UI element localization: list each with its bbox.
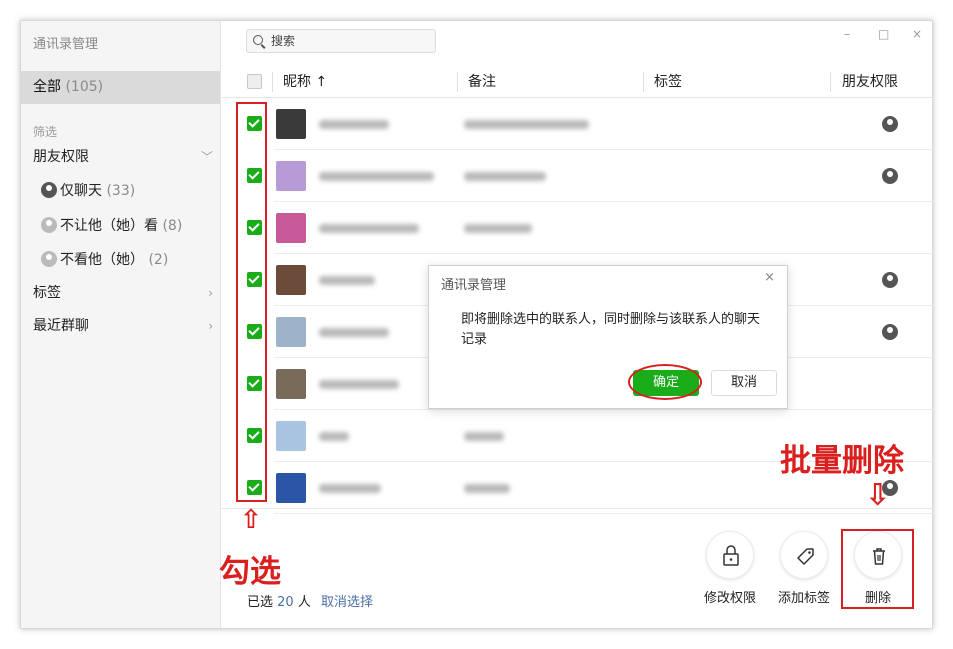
blurred-nickname: [319, 224, 419, 233]
column-nickname[interactable]: 昵称 ↑: [283, 66, 327, 98]
blurred-remark: [464, 224, 532, 233]
chat-only-icon: [882, 272, 898, 288]
avatar: [276, 369, 306, 399]
up-arrow-icon: ⇧: [240, 505, 262, 535]
sidebar-item-friend-permission[interactable]: 朋友权限 ﹀: [33, 145, 213, 169]
sidebar-item-recent-groups[interactable]: 最近群聊 ›: [33, 314, 213, 338]
chevron-down-icon: ﹀: [200, 150, 213, 164]
tag-icon: [780, 531, 828, 579]
chevron-right-icon: ›: [208, 286, 213, 300]
column-divider: [830, 72, 831, 92]
table-row[interactable]: [222, 202, 933, 254]
select-annotation: 勾选: [219, 554, 281, 590]
dialog-message: 即将删除选中的联系人，同时删除与该联系人的聊天记录: [461, 312, 761, 347]
chat-only-icon: [882, 324, 898, 340]
avatar: [276, 473, 306, 503]
blurred-remark: [464, 120, 589, 129]
selection-info: 已选 20 人 取消选择: [247, 591, 373, 610]
table-header: 昵称 ↑ 备注 标签 朋友权限: [222, 66, 933, 98]
search-input[interactable]: 搜索: [246, 29, 436, 53]
delete-confirm-dialog: 通讯录管理 × 即将删除选中的联系人，同时删除与该联系人的聊天记录 确定 取消: [428, 265, 788, 409]
blurred-remark: [464, 172, 546, 181]
modify-permission-label: 修改权限: [703, 591, 756, 606]
dialog-close-icon[interactable]: ×: [764, 270, 775, 285]
modify-permission-button[interactable]: 修改权限: [702, 531, 758, 606]
sidebar-item-count: (8): [162, 218, 183, 234]
avatar: [276, 265, 306, 295]
sidebar-item-ignore-moments[interactable]: 不看他（她） (2): [41, 248, 168, 272]
cancel-button[interactable]: 取消: [711, 370, 777, 396]
avatar: [276, 421, 306, 451]
sidebar-item-all-label: 全部: [33, 79, 61, 95]
select-all-checkbox[interactable]: [247, 74, 262, 89]
sidebar-item-label: 朋友权限: [33, 149, 89, 165]
sidebar-item-count: (2): [148, 252, 169, 268]
lock-person-icon: [41, 217, 57, 233]
column-divider: [272, 72, 273, 92]
sidebar-item-label: 不让他（她）看: [60, 218, 158, 234]
maximize-button[interactable]: □: [878, 27, 889, 41]
footer-bar: 已选 20 人 取消选择 修改权限 添加标签 删除: [222, 508, 933, 630]
sidebar-item-label: 最近群聊: [33, 318, 89, 334]
column-tags[interactable]: 标签: [654, 66, 682, 98]
blurred-remark: [464, 484, 510, 493]
column-friend-permission[interactable]: 朋友权限: [842, 66, 898, 98]
blurred-nickname: [319, 484, 381, 493]
avatar: [276, 109, 306, 139]
sidebar: 通讯录管理 全部 (105) 筛选 朋友权限 ﹀ 仅聊天 (33) 不让他（她）…: [21, 21, 221, 628]
sidebar-item-label: 不看他（她）: [60, 252, 144, 268]
sidebar-item-tags[interactable]: 标签 ›: [33, 281, 213, 305]
sidebar-item-count: (33): [106, 183, 136, 199]
blurred-nickname: [319, 328, 389, 337]
search-placeholder: 搜索: [271, 34, 296, 48]
lock-icon: [706, 531, 754, 579]
blurred-remark: [464, 432, 504, 441]
cancel-selection-link[interactable]: 取消选择: [321, 595, 373, 610]
checkbox-highlight-box: [236, 102, 267, 502]
chevron-right-icon: ›: [208, 319, 213, 333]
dialog-title: 通讯录管理: [441, 278, 507, 293]
search-icon: [253, 35, 263, 45]
down-arrow-icon: ⇩: [865, 478, 891, 513]
sidebar-item-label: 标签: [33, 285, 61, 301]
sidebar-item-all-count: (105): [65, 79, 104, 95]
blurred-nickname: [319, 172, 434, 181]
confirm-highlight-oval: [628, 364, 702, 400]
table-row[interactable]: [222, 150, 933, 202]
avatar: [276, 161, 306, 191]
selected-count: 20: [277, 595, 294, 610]
sidebar-item-label: 仅聊天: [60, 183, 102, 199]
blurred-nickname: [319, 380, 399, 389]
blurred-nickname: [319, 432, 349, 441]
batch-delete-annotation: 批量删除: [780, 443, 904, 479]
selected-prefix: 已选: [247, 595, 274, 610]
sidebar-item-all[interactable]: 全部 (105): [21, 71, 220, 104]
chat-only-icon: [882, 116, 898, 132]
sidebar-title: 通讯录管理: [33, 37, 99, 52]
sidebar-item-hide-moments[interactable]: 不让他（她）看 (8): [41, 214, 182, 238]
avatar: [276, 317, 306, 347]
minimize-button[interactable]: –: [844, 27, 850, 41]
add-tag-button[interactable]: 添加标签: [776, 531, 832, 606]
sidebar-item-only-chat[interactable]: 仅聊天 (33): [41, 179, 135, 203]
column-remark[interactable]: 备注: [468, 66, 496, 98]
avatar: [276, 213, 306, 243]
delete-highlight-box: [841, 529, 914, 609]
hidden-person-icon: [41, 251, 57, 267]
blurred-nickname: [319, 276, 375, 285]
chat-only-icon: [882, 168, 898, 184]
table-row[interactable]: [222, 98, 933, 150]
selected-suffix: 人: [297, 595, 311, 610]
add-tag-label: 添加标签: [777, 591, 830, 606]
close-button[interactable]: ×: [912, 27, 922, 41]
column-divider: [643, 72, 644, 92]
filter-heading: 筛选: [33, 125, 58, 139]
column-divider: [457, 72, 458, 92]
person-icon: [41, 182, 57, 198]
blurred-nickname: [319, 120, 389, 129]
